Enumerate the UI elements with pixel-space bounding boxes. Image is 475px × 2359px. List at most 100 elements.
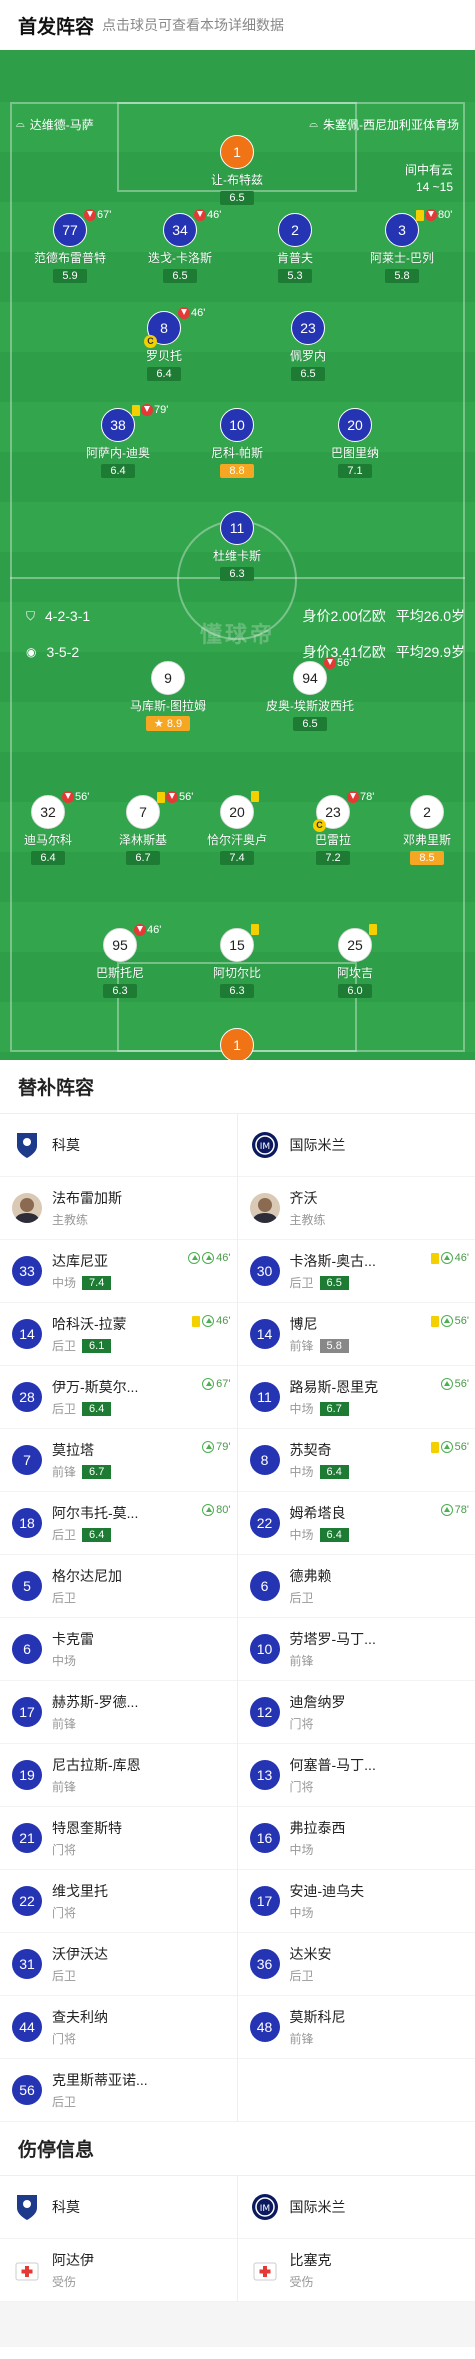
sub-player-row[interactable]: 12 迪詹纳罗 门将 — [237, 1681, 475, 1744]
coach-role: 主教练 — [289, 1213, 326, 1227]
sub-name: 尼古拉斯-库恩 — [52, 1757, 141, 1773]
sub-in-icon — [440, 1315, 453, 1327]
sub-player-row[interactable]: 10 劳塔罗-马丁... 前锋 — [237, 1618, 475, 1681]
coach-name: 齐沃 — [289, 1190, 318, 1206]
player-number: 9 — [151, 661, 185, 695]
yellow-card-icon — [430, 1441, 439, 1453]
substitutes-title: 替补阵容 — [0, 1060, 475, 1114]
player-events: 46' — [194, 209, 221, 221]
away-age: 平均29.9岁 — [395, 644, 465, 660]
home-coach[interactable]: 法布雷加斯 主教练 — [0, 1177, 237, 1240]
player-events — [251, 791, 259, 802]
away-player[interactable]: 94 56' 皮奥-埃斯波西托 6.5 — [250, 657, 370, 732]
sub-player-row[interactable]: 17 赫苏斯-罗德... 前锋 — [0, 1681, 237, 1744]
home-player[interactable]: 38 79' 阿萨内-迪奥 6.4 — [58, 404, 178, 479]
home-team-row[interactable]: 科莫 — [0, 1114, 237, 1177]
sub-player-row[interactable]: 14 博尼 前锋 5.8 56' — [237, 1303, 475, 1366]
sub-position: 中场 — [289, 1402, 314, 1416]
page-title: 首发阵容 — [18, 16, 95, 38]
rating-value: 6.5 — [172, 270, 188, 282]
home-team-row[interactable]: 科莫 — [0, 2176, 237, 2239]
player-rating: 7.2 — [316, 851, 350, 865]
home-player[interactable]: 23 佩罗内 6.5 — [248, 311, 368, 382]
sub-player-row[interactable]: 7 莫拉塔 前锋 6.7 79' — [0, 1429, 237, 1492]
sub-player-row[interactable]: 18 阿尔韦托-莫... 后卫 6.4 80' — [0, 1492, 237, 1555]
home-player[interactable]: 10 尼科-帕斯 8.8 — [177, 408, 297, 479]
coach-name: 法布雷加斯 — [52, 1190, 122, 1206]
footer-space — [0, 2302, 475, 2347]
sub-player-row[interactable]: 22 姆希塔良 中场 6.4 78' — [237, 1492, 475, 1555]
player-number-text: 25 — [347, 937, 363, 953]
sub-player-row[interactable]: 11 路易斯-恩里克 中场 6.7 56' — [237, 1366, 475, 1429]
sub-player-row[interactable]: 17 安迪-迪乌夫 中场 — [237, 1870, 475, 1933]
home-player[interactable]: 2 肯普夫 5.3 — [235, 213, 355, 284]
sub-rating: 6.4 — [82, 1527, 112, 1542]
sub-player-row[interactable]: 14 哈科沃-拉蒙 后卫 6.1 46' — [0, 1303, 237, 1366]
home-player[interactable]: 1 让-布特兹 6.5 — [177, 135, 297, 206]
away-coach[interactable]: 齐沃 主教练 — [237, 1177, 475, 1240]
sub-player-row[interactable]: 21 特恩奎斯特 门将 — [0, 1807, 237, 1870]
sub-position: 前锋 — [52, 1717, 77, 1731]
sub-minute: 46' — [147, 924, 162, 936]
inter-logo-icon: IM — [250, 1130, 280, 1160]
home-player[interactable]: 3 80' 阿莱士-巴列 5.8 — [342, 209, 462, 284]
sub-number: 17 — [12, 1697, 42, 1727]
player-number-text: 2 — [423, 804, 431, 820]
captain-icon: C — [313, 819, 326, 832]
sub-minute: 46' — [454, 1252, 469, 1264]
sub-player-row[interactable]: 6 德弗赖 后卫 — [237, 1555, 475, 1618]
sub-player-row[interactable]: 31 沃伊沃达 后卫 — [0, 1933, 237, 1996]
page-subtitle: 点击球员可查看本场详细数据 — [102, 17, 285, 33]
player-rating: 6.3 — [220, 984, 254, 998]
sub-player-row[interactable]: 13 何塞普-马丁... 门将 — [237, 1744, 475, 1807]
away-team-row[interactable]: IM 国际米兰 — [237, 1114, 475, 1177]
sub-player-row[interactable]: 28 伊万-斯莫尔... 后卫 6.4 67' — [0, 1366, 237, 1429]
home-player[interactable]: 77 67' 范德布雷普特 5.9 — [10, 209, 130, 284]
home-player[interactable]: 11 杜维卡斯 6.3 — [177, 511, 297, 582]
sub-player-row[interactable]: 19 尼古拉斯-库恩 前锋 — [0, 1744, 237, 1807]
injured-player-name: 比塞克 — [289, 2252, 332, 2268]
player-number: 25 — [338, 924, 377, 962]
sub-player-row[interactable]: 8 苏契奇 中场 6.4 56' — [237, 1429, 475, 1492]
away-formation: 3-5-2 — [46, 644, 80, 660]
sub-player-row[interactable]: 16 弗拉泰西 中场 — [237, 1807, 475, 1870]
svg-text:IM: IM — [259, 1142, 269, 1152]
sub-player-row[interactable]: 22 维戈里托 门将 — [0, 1870, 237, 1933]
player-rating: 6.5 — [163, 269, 197, 283]
sub-player-row[interactable]: 6 卡克雷 中场 — [0, 1618, 237, 1681]
away-team-row[interactable]: IM 国际米兰 — [237, 2176, 475, 2239]
stadium-icon: ⌓ — [309, 118, 318, 130]
away-player[interactable]: 25 阿坎吉 6.0 — [295, 924, 415, 999]
sub-minute: 46' — [216, 1252, 231, 1264]
sub-player-row[interactable]: 56 克里斯蒂亚诺... 后卫 — [0, 2059, 237, 2122]
subs-grid: 33 达库尼亚 中场 7.4 46' 14 哈科沃-拉蒙 后卫 6.1 46' 28 伊万-斯莫尔..… — [0, 1240, 475, 2122]
weather-label: 间中有云 — [404, 163, 453, 177]
player-number: 3 80' — [385, 209, 452, 247]
sub-position: 门将 — [289, 1717, 314, 1731]
sub-name: 卡洛斯-奥古... — [289, 1253, 376, 1269]
sub-player-row[interactable]: 48 莫斯科尼 前锋 — [237, 1996, 475, 2059]
sub-name: 达库尼亚 — [52, 1253, 108, 1269]
player-events: 67' — [84, 209, 111, 221]
away-injured-player[interactable]: 比塞克 受伤 — [237, 2239, 475, 2302]
away-player[interactable]: 15 阿切尔比 6.3 — [177, 924, 297, 999]
home-team-name: 科莫 — [52, 2199, 80, 2215]
sub-number: 16 — [249, 1823, 280, 1853]
sub-player-row[interactable]: 44 查夫利纳 门将 — [0, 1996, 237, 2059]
sub-player-row[interactable]: 5 格尔达尼加 后卫 — [0, 1555, 237, 1618]
home-player[interactable]: 8 C 46' 罗贝托 6.4 — [104, 307, 224, 382]
home-injured-player[interactable]: 阿达伊 受伤 — [0, 2239, 237, 2302]
sub-player-row[interactable]: 33 达库尼亚 中场 7.4 46' — [0, 1240, 237, 1303]
home-player[interactable]: 34 46' 迭戈-卡洛斯 6.5 — [120, 209, 240, 284]
away-player[interactable]: 1索默7.3 — [177, 1028, 297, 1060]
sub-player-row[interactable]: 30 卡洛斯-奥古... 后卫 6.5 46' — [237, 1240, 475, 1303]
sub-number: 8 — [249, 1445, 280, 1475]
home-player[interactable]: 20 巴图里纳 7.1 — [295, 408, 415, 479]
sub-player-row[interactable]: 36 达米安 后卫 — [237, 1933, 475, 1996]
away-player[interactable]: 95 46' 巴斯托尼 6.3 — [60, 924, 180, 999]
injury-row: 阿达伊 受伤 比塞克 受伤 — [0, 2239, 475, 2302]
away-formation-row: ◉ 3-5-2 身价3.41亿欧 平均29.9岁 — [26, 642, 465, 662]
away-player[interactable]: 9 马库斯-图拉姆 ★ 8.9 — [108, 661, 228, 732]
away-player[interactable]: 2 邓弗里斯 8.5 — [367, 795, 475, 866]
sub-in-icon — [202, 1252, 215, 1264]
